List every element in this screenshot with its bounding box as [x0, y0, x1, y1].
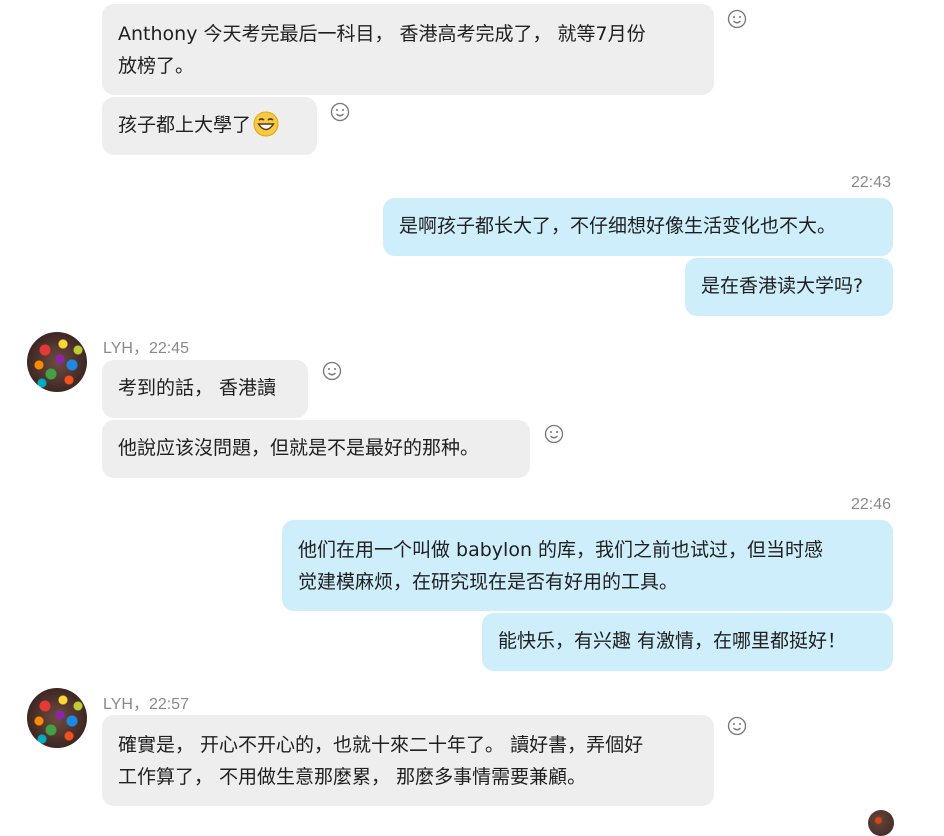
message-text-line: 他们在用一个叫做 babylon 的库，我们之前也试过，但当时感 — [298, 539, 824, 561]
message-text: 他說应该沒問題，但就是不是最好的那种。 — [118, 437, 480, 459]
lyh-avatar[interactable] — [27, 688, 87, 748]
message-timestamp: 22:46 — [851, 496, 892, 513]
smiley-reaction-icon[interactable] — [727, 716, 747, 736]
sender-label: LYH，22:57 — [103, 696, 189, 713]
smiley-reaction-icon[interactable] — [322, 361, 342, 381]
smiley-reaction-icon[interactable] — [330, 102, 350, 122]
message-text-line: 確實是， 开心不开心的，也就十來二十年了。 讀好書，弄個好 — [118, 734, 644, 756]
message-text: 是在香港读大学吗? — [701, 275, 864, 297]
message-text-line: 放榜了。 — [118, 55, 195, 77]
message-bubble-outgoing[interactable]: 是啊孩子都长大了，不仔细想好像生活变化也不大。 — [383, 198, 893, 256]
message-text: 考到的話， 香港讀 — [118, 377, 277, 399]
user-avatar[interactable] — [868, 810, 894, 836]
message-bubble-incoming[interactable]: 孩子都上大學了 — [102, 97, 317, 155]
message-bubble-incoming[interactable]: Anthony 今天考完最后一科目， 香港高考完成了， 就等7月份 放榜了。 — [102, 4, 714, 95]
message-bubble-incoming[interactable]: 考到的話， 香港讀 — [102, 360, 308, 418]
message-timestamp: 22:43 — [851, 174, 892, 191]
message-text-line: 觉建模麻烦，在研究现在是否有好用的工具。 — [298, 571, 679, 593]
smiley-reaction-icon[interactable] — [544, 424, 564, 444]
message-bubble-outgoing[interactable]: 能快乐，有兴趣 有激情，在哪里都挺好！ — [482, 613, 893, 671]
message-bubble-incoming[interactable]: 確實是， 开心不开心的，也就十來二十年了。 讀好書，弄個好 工作算了， 不用做生… — [102, 715, 714, 806]
message-text: 能快乐，有兴趣 有激情，在哪里都挺好！ — [498, 630, 847, 652]
smiley-reaction-icon[interactable] — [727, 9, 747, 29]
message-bubble-incoming[interactable]: 他說应该沒問題，但就是不是最好的那种。 — [102, 420, 530, 478]
message-text: 孩子都上大學了 — [118, 114, 252, 136]
message-text-line: 工作算了， 不用做生意那麼累， 那麼多事情需要兼顧。 — [118, 766, 587, 788]
message-text-line: Anthony 今天考完最后一科目， 香港高考完成了， 就等7月份 — [118, 23, 646, 45]
grinning-face-emoji — [253, 111, 279, 137]
sender-label: LYH，22:45 — [103, 340, 189, 357]
message-bubble-outgoing[interactable]: 是在香港读大学吗? — [685, 258, 893, 316]
message-bubble-outgoing[interactable]: 他们在用一个叫做 babylon 的库，我们之前也试过，但当时感 觉建模麻烦，在… — [282, 520, 893, 611]
lyh-avatar[interactable] — [27, 332, 87, 392]
message-text: 是啊孩子都长大了，不仔细想好像生活变化也不大。 — [399, 215, 837, 237]
